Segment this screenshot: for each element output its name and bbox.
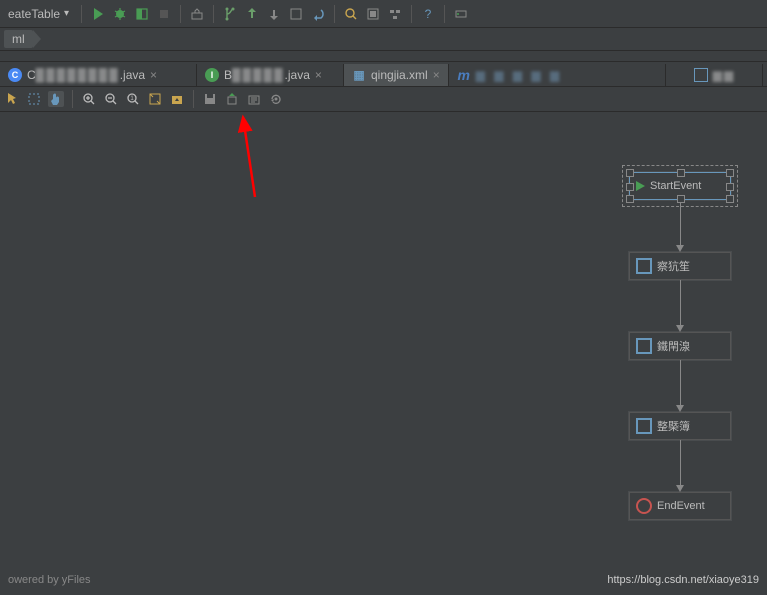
main-toolbar: eateTable ? xyxy=(0,0,767,28)
separator xyxy=(334,5,335,23)
start-event-node[interactable]: StartEvent xyxy=(629,172,731,200)
spacer xyxy=(0,51,767,62)
separator xyxy=(193,90,194,108)
close-icon[interactable]: × xyxy=(150,68,157,82)
tab-label: B█████.java xyxy=(224,68,310,82)
settings-icon[interactable] xyxy=(365,6,381,22)
tab-label: ▆▆ xyxy=(713,68,735,82)
separator xyxy=(72,90,73,108)
marquee-tool-icon[interactable] xyxy=(26,91,42,107)
vcs-history-icon[interactable] xyxy=(288,6,304,22)
fit-content-icon[interactable] xyxy=(147,91,163,107)
node-label: 整㮣簿 xyxy=(657,418,690,434)
close-icon[interactable]: × xyxy=(433,68,440,82)
separator xyxy=(213,5,214,23)
editor-tab-bar: C C████████.java × I B█████.java × ▦ qin… xyxy=(0,62,767,87)
separator xyxy=(180,5,181,23)
find-icon[interactable] xyxy=(343,6,359,22)
history-icon[interactable] xyxy=(246,91,262,107)
tab-other[interactable]: ▆▆ xyxy=(686,64,763,86)
task-icon xyxy=(636,258,652,274)
breadcrumb[interactable]: ml xyxy=(4,30,33,48)
run-button[interactable] xyxy=(90,6,106,22)
tab-label: C████████.java xyxy=(27,68,145,82)
node-label: StartEvent xyxy=(650,180,701,192)
tab-m[interactable]: m ▆ ▆ ▆ ▆ ▆ xyxy=(449,64,666,86)
zoom-out-icon[interactable] xyxy=(103,91,119,107)
hand-tool-icon[interactable] xyxy=(48,91,64,107)
vcs-commit-icon[interactable] xyxy=(266,6,282,22)
zoom-fit-icon[interactable]: 1 xyxy=(125,91,141,107)
vcs-branch-icon[interactable] xyxy=(222,6,238,22)
stop-icon xyxy=(636,498,652,514)
task-node-2[interactable]: 鐵閈湶 xyxy=(629,332,731,360)
undo-icon[interactable] xyxy=(310,6,326,22)
end-event-node[interactable]: EndEvent xyxy=(629,492,731,520)
status-left: owered by yFiles xyxy=(8,574,91,586)
svg-text:?: ? xyxy=(425,7,432,21)
zoom-in-icon[interactable] xyxy=(81,91,97,107)
task-node-3[interactable]: 整㮣簿 xyxy=(629,412,731,440)
deploy-icon[interactable] xyxy=(224,91,240,107)
flow-arrow-icon xyxy=(679,280,681,332)
tab-java-1[interactable]: C C████████.java × xyxy=(0,64,197,86)
flow-diagram: StartEvent 察犺笙 鐵閈湶 整㮣簿 EndEvent xyxy=(629,172,731,520)
flow-arrow-icon xyxy=(679,200,681,252)
diagram-toolbar: 1 xyxy=(0,87,767,112)
build-button[interactable] xyxy=(189,6,205,22)
task-icon xyxy=(636,418,652,434)
diagram-canvas[interactable]: StartEvent 察犺笙 鐵閈湶 整㮣簿 EndEvent owered b… xyxy=(0,112,767,590)
node-label: 察犺笙 xyxy=(657,258,690,274)
java-icon: C xyxy=(8,68,22,82)
dropdown-label: eateTable xyxy=(8,7,60,21)
task-node-1[interactable]: 察犺笙 xyxy=(629,252,731,280)
m-icon: m xyxy=(457,68,471,82)
xml-icon: ▦ xyxy=(352,68,366,82)
file-icon xyxy=(694,68,708,82)
tab-label: ▆ ▆ ▆ ▆ ▆ xyxy=(476,68,562,82)
pointer-tool-icon[interactable] xyxy=(4,91,20,107)
export-icon[interactable] xyxy=(169,91,185,107)
services-icon[interactable] xyxy=(453,6,469,22)
save-icon[interactable] xyxy=(202,91,218,107)
separator xyxy=(444,5,445,23)
separator xyxy=(81,5,82,23)
task-icon xyxy=(636,338,652,354)
tab-label: qingjia.xml xyxy=(371,68,428,82)
tab-java-2[interactable]: I B█████.java × xyxy=(197,64,344,86)
flow-arrow-icon xyxy=(679,360,681,412)
coverage-button[interactable] xyxy=(134,6,150,22)
flow-arrow-icon xyxy=(679,440,681,492)
debug-button[interactable] xyxy=(112,6,128,22)
close-icon[interactable]: × xyxy=(315,68,322,82)
node-label: EndEvent xyxy=(657,500,705,512)
watermark: https://blog.csdn.net/xiaoye319 xyxy=(607,574,759,586)
node-label: 鐵閈湶 xyxy=(657,338,690,354)
tab-qingjia-xml[interactable]: ▦ qingjia.xml × xyxy=(344,64,449,86)
status-bar: owered by yFiles https://blog.csdn.net/x… xyxy=(0,570,767,590)
refresh-icon[interactable] xyxy=(268,91,284,107)
annotation-arrow-icon xyxy=(225,107,275,207)
separator xyxy=(411,5,412,23)
structure-icon[interactable] xyxy=(387,6,403,22)
breadcrumb-bar: ml xyxy=(0,28,767,51)
play-icon xyxy=(636,181,645,191)
stop-button[interactable] xyxy=(156,6,172,22)
breadcrumb-label: ml xyxy=(12,32,25,46)
java-icon: I xyxy=(205,68,219,82)
vcs-update-icon[interactable] xyxy=(244,6,260,22)
help-icon[interactable]: ? xyxy=(420,6,436,22)
run-config-dropdown[interactable]: eateTable xyxy=(4,7,73,21)
